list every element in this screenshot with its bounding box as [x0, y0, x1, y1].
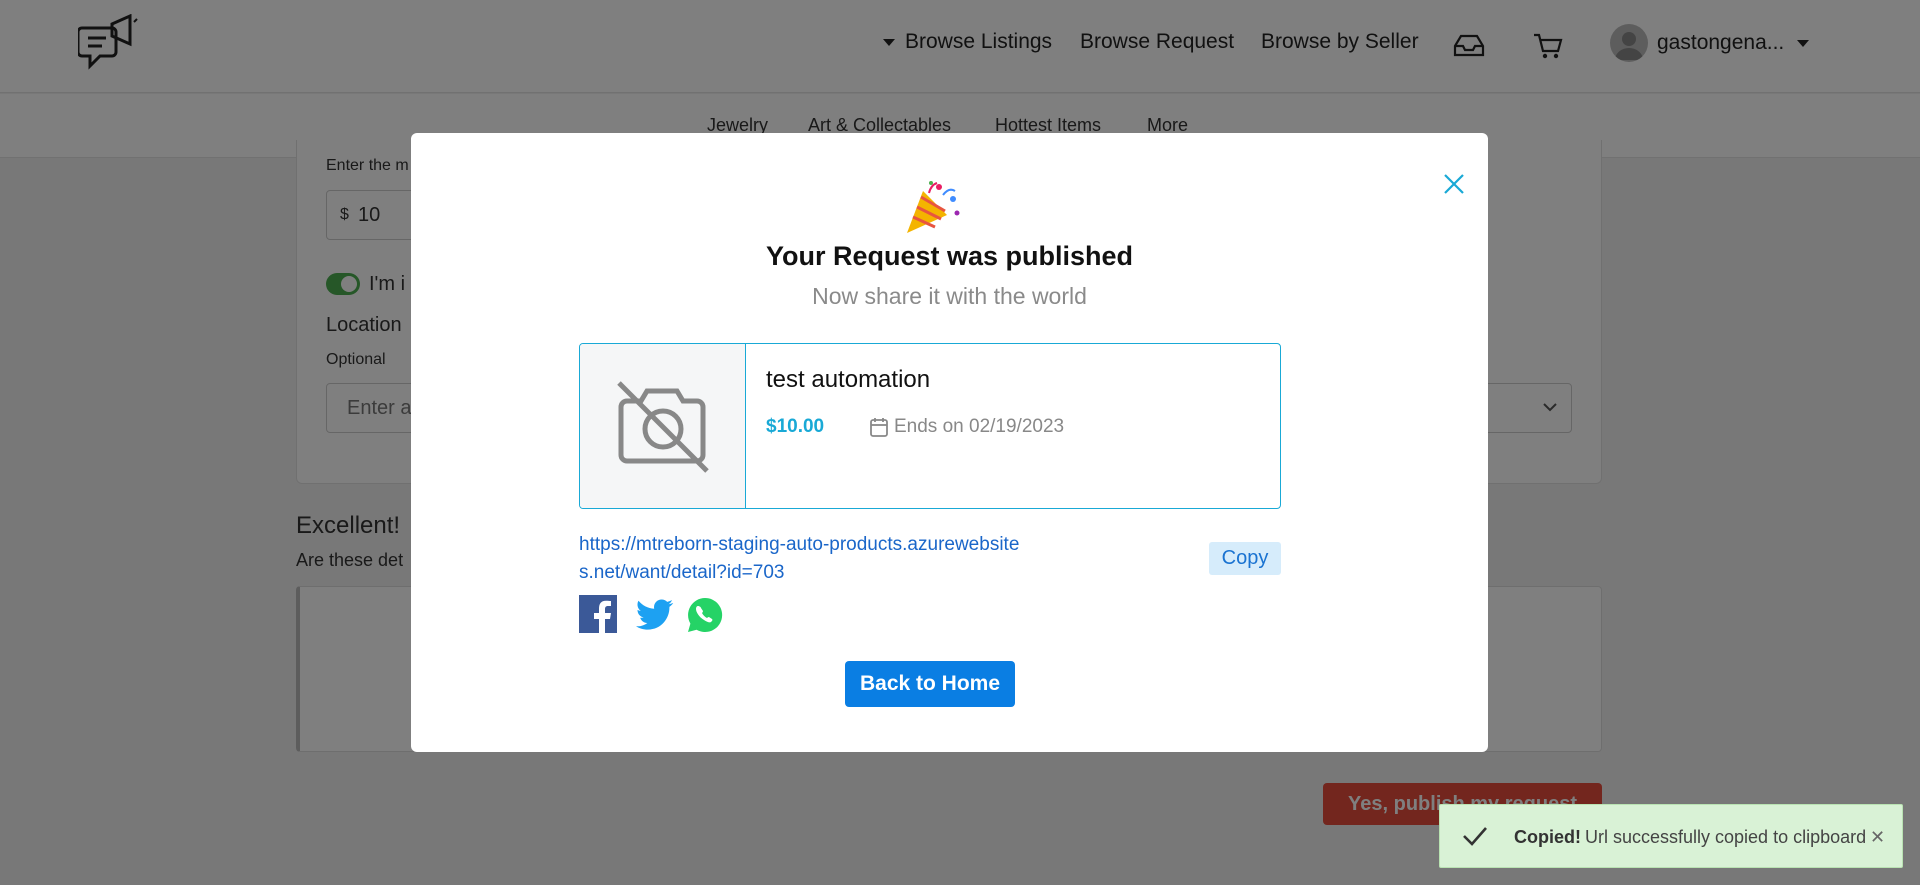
party-popper-icon: [907, 181, 960, 233]
item-title: test automation: [766, 366, 931, 393]
whatsapp-icon[interactable]: [685, 595, 725, 635]
modal-title: Your Request was published: [765, 241, 1134, 271]
calendar-icon: [870, 418, 888, 437]
toast-title: Copied!: [1514, 827, 1581, 847]
close-icon[interactable]: ✕: [1870, 827, 1885, 848]
item-thumbnail: [580, 344, 746, 508]
item-price: $10.00: [766, 416, 825, 437]
share-url-link[interactable]: https://mtreborn-staging-auto-products.a…: [579, 531, 1029, 587]
no-image-camera-icon: [617, 381, 709, 473]
copied-toast-notification: Copied! Url successfully copied to clipb…: [1439, 804, 1903, 868]
close-icon[interactable]: [1439, 169, 1469, 199]
toast-message: Url successfully copied to clipboard: [1585, 827, 1867, 847]
check-icon: [1463, 827, 1487, 846]
modal-subtitle: Now share it with the world: [812, 283, 1087, 309]
twitter-icon[interactable]: [635, 595, 675, 635]
item-end-date: Ends on 02/19/2023: [894, 416, 1065, 437]
facebook-icon[interactable]: [579, 595, 619, 635]
request-published-modal: Your Request was published Now share it …: [411, 133, 1488, 752]
request-preview-card[interactable]: test automation $10.00 Ends on 02/19/202…: [579, 343, 1281, 509]
copy-url-button[interactable]: Copy: [1209, 542, 1281, 575]
back-to-home-button[interactable]: Back to Home: [845, 661, 1015, 707]
